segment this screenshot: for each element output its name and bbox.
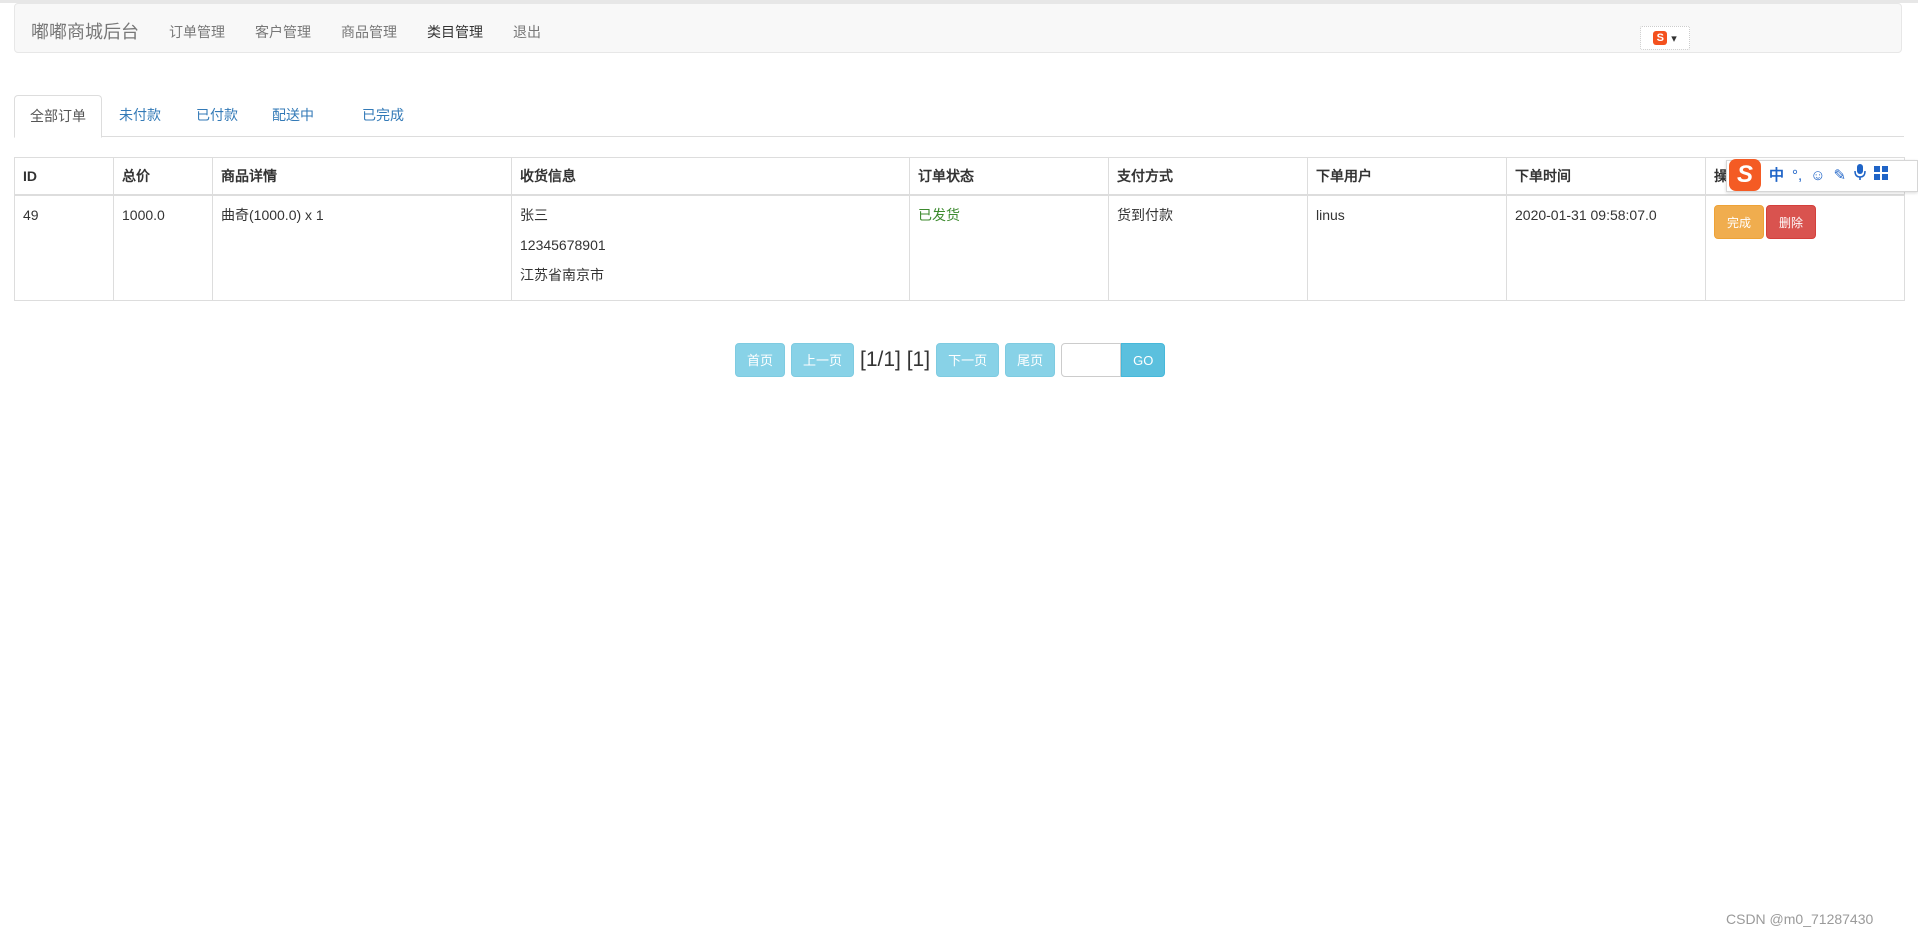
orders-table: ID 总价 商品详情 收货信息 订单状态 支付方式 下单用户 下单时间 操 49… — [14, 157, 1905, 301]
brand-title[interactable]: 嘟嘟商城后台 — [31, 18, 139, 44]
col-header-receiver: 收货信息 — [511, 157, 910, 196]
col-header-payment: 支付方式 — [1108, 157, 1308, 196]
table-row: 49 1000.0 曲奇(1000.0) x 1 张三 12345678901 … — [14, 194, 1905, 301]
ime-status-indicator[interactable]: S ▾ — [1640, 26, 1690, 50]
next-page-button[interactable]: 下一页 — [936, 343, 1000, 377]
table-header-row: ID 总价 商品详情 收货信息 订单状态 支付方式 下单用户 下单时间 操 — [14, 157, 1905, 196]
col-header-time: 下单时间 — [1506, 157, 1706, 196]
cell-items: 曲奇(1000.0) x 1 — [212, 194, 512, 301]
microphone-icon[interactable] — [1854, 160, 1866, 192]
cell-total: 1000.0 — [113, 194, 213, 301]
col-header-items: 商品详情 — [212, 157, 512, 196]
complete-button[interactable]: 完成 — [1714, 205, 1765, 239]
status-label: 已发货 — [918, 207, 960, 223]
tab-paid[interactable]: 已付款 — [181, 95, 253, 137]
delete-button[interactable]: 删除 — [1766, 205, 1817, 239]
cell-user: linus — [1307, 194, 1507, 301]
tab-shipping[interactable]: 配送中 — [257, 95, 329, 137]
nav-product-management[interactable]: 商品管理 — [341, 22, 397, 42]
tab-unpaid[interactable]: 未付款 — [104, 95, 176, 137]
col-header-status: 订单状态 — [909, 157, 1109, 196]
cell-actions: 完成 删除 — [1705, 194, 1905, 301]
tab-completed[interactable]: 已完成 — [347, 95, 419, 137]
page-info: [1/1] [1] — [860, 348, 931, 371]
grid-icon[interactable] — [1874, 160, 1889, 192]
col-header-user: 下单用户 — [1307, 157, 1507, 196]
navbar: 嘟嘟商城后台 订单管理 客户管理 商品管理 类目管理 退出 S ▾ — [14, 3, 1902, 53]
ime-toolbar: S 中 °, ☺ ✎ — [1726, 159, 1918, 192]
prev-page-button[interactable]: 上一页 — [791, 343, 855, 377]
tab-all-orders[interactable]: 全部订单 — [14, 95, 102, 138]
cell-time: 2020-01-31 09:58:07.0 — [1506, 194, 1706, 301]
nav-customer-management[interactable]: 客户管理 — [255, 22, 311, 42]
col-header-id: ID — [14, 157, 114, 196]
receiver-phone: 12345678901 — [520, 237, 606, 253]
smiley-icon[interactable]: ☺ — [1810, 160, 1825, 192]
page-number-input[interactable] — [1061, 343, 1122, 377]
ime-punctuation-toggle[interactable]: °, — [1792, 160, 1802, 192]
last-page-button[interactable]: 尾页 — [1005, 343, 1056, 377]
cell-id: 49 — [14, 194, 114, 301]
pen-icon[interactable]: ✎ — [1834, 160, 1847, 192]
cell-receiver: 张三 12345678901 江苏省南京市 — [511, 194, 910, 301]
col-header-total: 总价 — [113, 157, 213, 196]
sogou-logo-icon: S — [1653, 31, 1668, 45]
first-page-button[interactable]: 首页 — [735, 343, 786, 377]
cell-status: 已发货 — [909, 194, 1109, 301]
ime-mode-toggle[interactable]: 中 — [1769, 160, 1784, 192]
cell-payment: 货到付款 — [1108, 194, 1308, 301]
dropdown-arrow-icon: ▾ — [1671, 32, 1677, 45]
receiver-name: 张三 — [520, 207, 548, 223]
nav-category-management[interactable]: 类目管理 — [427, 22, 483, 42]
receiver-address: 江苏省南京市 — [520, 267, 604, 283]
order-status-tabs: 全部订单 未付款 已付款 配送中 已完成 — [14, 95, 1904, 138]
nav-links: 订单管理 客户管理 商品管理 类目管理 退出 — [169, 22, 571, 42]
pagination: 首页 上一页 [1/1] [1] 下一页 尾页 GO — [735, 342, 1166, 378]
watermark: CSDN @m0_71287430 — [1726, 911, 1874, 927]
go-button[interactable]: GO — [1121, 343, 1166, 377]
nav-order-management[interactable]: 订单管理 — [169, 22, 225, 42]
nav-logout[interactable]: 退出 — [513, 22, 541, 42]
sogou-logo-icon[interactable]: S — [1729, 159, 1761, 191]
